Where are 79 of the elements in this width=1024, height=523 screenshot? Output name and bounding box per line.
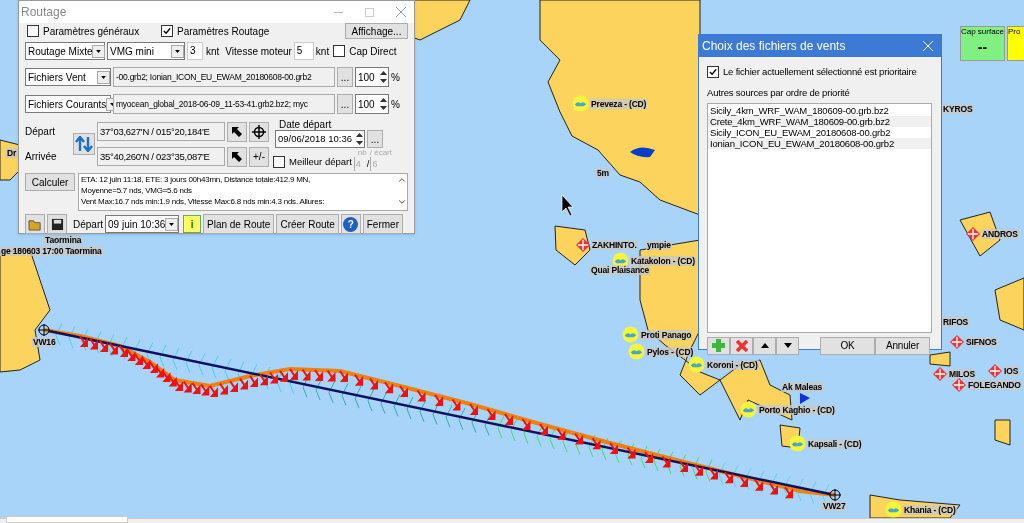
map-label: IOS	[1003, 366, 1020, 376]
checkbox-label: Paramètres généraux	[43, 24, 140, 39]
browse-button[interactable]: ...	[367, 130, 383, 148]
dropdown[interactable]: Fichiers Vent	[25, 68, 111, 86]
action-button[interactable]: Créer Route	[276, 214, 339, 234]
number-field[interactable]: 100	[355, 94, 389, 114]
map-label: Porto Kaghio - (CD)	[758, 404, 836, 415]
display-button[interactable]: Affichage...	[345, 23, 408, 39]
map-label: KYROS	[942, 104, 974, 114]
checkbox-label: Meilleur départ	[289, 155, 352, 169]
file-list-field[interactable]: myocean_global_2018-06-09_11-53-41.grb2.bz2; myc	[113, 94, 335, 114]
map-label: ZAKHINTO.	[591, 240, 638, 250]
map-label: VW27	[822, 501, 847, 511]
instrument-label: Cap surface	[960, 27, 1005, 37]
instrument-label: Pro	[1008, 27, 1021, 37]
map-label: Preveza - (CD)	[590, 98, 648, 109]
action-button[interactable]: Plan de Route	[203, 214, 275, 234]
number-field[interactable]: 100	[355, 67, 389, 87]
dialog-title: Choix des fichiers de vents	[702, 38, 846, 55]
map-label: Taormina	[44, 235, 83, 245]
dropdown[interactable]: 09 juin 10:36	[105, 215, 179, 233]
dropdown[interactable]: Fichiers Courants	[25, 95, 111, 113]
info-button[interactable]: i	[183, 215, 201, 233]
map-label: ANDROS	[981, 229, 1019, 239]
map-label: Pylos - (CD)	[646, 346, 695, 357]
browse-button[interactable]: ...	[337, 67, 353, 87]
map-label: 5m	[596, 168, 610, 178]
cancel-button[interactable]: Annuler	[875, 336, 930, 355]
close-button[interactable]: Fermer	[362, 214, 403, 234]
unit-label: knt	[206, 44, 220, 59]
instrument-value: --	[977, 38, 988, 57]
checkbox-label: Cap Direct	[349, 44, 397, 59]
date-field[interactable]: 09/06/2018 10:36	[275, 130, 365, 148]
engine-label: Vitesse moteur	[225, 44, 292, 59]
map-label: Kapsali - (CD)	[807, 438, 863, 449]
map-label: SIFNOS	[965, 337, 998, 347]
compute-button[interactable]: Calculer	[25, 173, 75, 191]
file-list-item[interactable]: Crete_4km_WRF_WAM_180609-00.grb.bz2	[708, 115, 931, 127]
depart-label: Départ	[73, 217, 103, 232]
dropdown[interactable]: Routage Mixte	[25, 42, 105, 60]
result-line: ETA: 12 juin 11:18, ETE: 3 jours 00h43mn, Distance totale:412.9 MN,	[81, 174, 312, 185]
map-label: VW16	[32, 337, 57, 347]
value-field[interactable]: 3	[187, 42, 203, 60]
map-label: RIFOS	[942, 317, 970, 327]
map-label: Katakolon - (CD)	[630, 255, 696, 266]
file-list-item[interactable]: Ionian_ICON_EU_EWAM_20180608-00.grb2	[708, 137, 931, 149]
map-label: Khania - (CD)	[903, 504, 957, 515]
list-label: Autres sources par ordre de priorité	[707, 86, 851, 101]
checkbox-label: Le fichier actuellement sélectionné est prioritaire	[723, 65, 917, 79]
map-label: Proti Panago	[640, 329, 693, 340]
map-label: Koroni - (CD)	[706, 359, 759, 370]
ok-button[interactable]: OK	[820, 336, 875, 355]
help-button[interactable]: ?	[340, 214, 361, 234]
map-label: Dr	[6, 148, 18, 158]
map-label: Quai Plaisance	[590, 265, 651, 275]
map-label: MILOS	[948, 369, 977, 379]
map-label: Ak Maleas	[781, 382, 824, 392]
checkbox-label: Paramètres Routage	[177, 24, 270, 39]
date-label: Date départ	[279, 119, 333, 130]
arrival-label: Arrivée	[25, 150, 58, 164]
unit-label: %	[391, 70, 400, 85]
file-list-field[interactable]: -00.grb2; Ionian_ICON_EU_EWAM_20180608-00.grb2	[113, 67, 335, 87]
separator-label: /	[366, 157, 370, 171]
browse-button[interactable]: ...	[337, 94, 353, 114]
unit-label: %	[391, 97, 400, 112]
plus-minus-button[interactable]: +/-	[249, 146, 269, 167]
map-label: FOLEGANDO	[967, 380, 1022, 390]
gap-label: / écart	[369, 148, 392, 157]
coordinate-field[interactable]: 35°40,260'N / 023°35,087'E	[97, 147, 225, 166]
window-title: Routage	[21, 4, 67, 21]
result-line: Vent Max:16.7 nds min:1.9 nds, Vitesse Max:6.8 nds min:4.3 nds. Allures:	[81, 196, 326, 207]
value-field[interactable]: 5	[293, 42, 314, 60]
result-line: Moyenne=5.7 nds, VMG=5.6 nds	[81, 185, 193, 196]
map-label: ympie	[646, 240, 672, 250]
dropdown[interactable]: VMG mini	[107, 42, 185, 60]
unit-label: knt	[315, 44, 330, 59]
map-label: ge 180603 17:00 Taormina	[0, 246, 103, 256]
start-label: Départ	[25, 125, 56, 139]
coordinate-field[interactable]: 37°03,627'N / 015°20,184'E	[97, 122, 225, 141]
